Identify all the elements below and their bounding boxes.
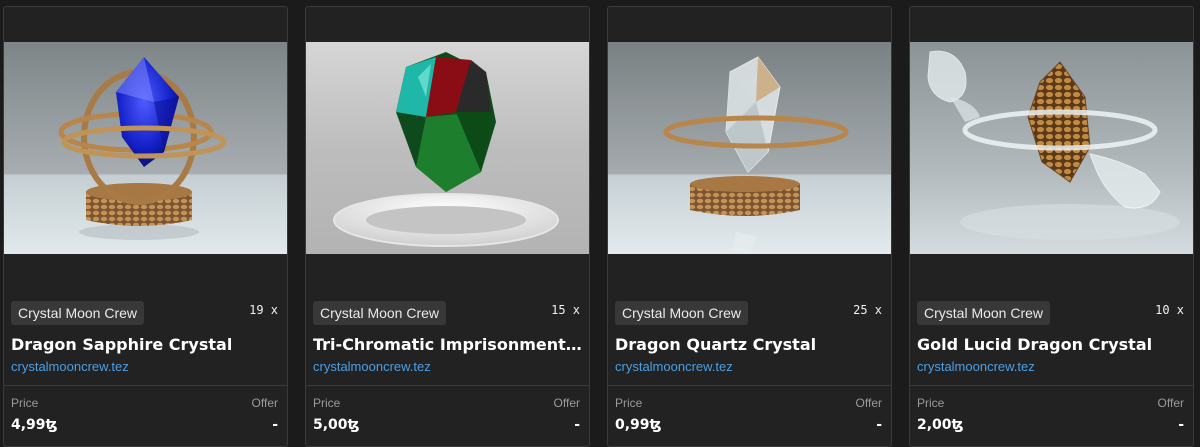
creator-link[interactable]: crystalmooncrew.tez <box>313 359 431 374</box>
nft-title[interactable]: Dragon Sapphire Crystal <box>11 335 283 355</box>
creator-link[interactable]: crystalmooncrew.tez <box>917 359 1035 374</box>
price-value: 0,99ꜩ <box>615 417 662 433</box>
nft-title[interactable]: Gold Lucid Dragon Crystal <box>917 335 1189 355</box>
nft-title[interactable]: Tri-Chromatic Imprisonment Cr... <box>313 335 585 355</box>
offer-value: - <box>574 417 580 433</box>
offer-value: - <box>1178 417 1184 433</box>
offer-value: - <box>876 417 882 433</box>
artwork-image[interactable] <box>608 42 891 254</box>
artwork-image[interactable] <box>910 42 1193 254</box>
card-divider <box>4 385 287 386</box>
price-value: 4,99ꜩ <box>11 417 58 433</box>
creator-link[interactable]: crystalmooncrew.tez <box>11 359 129 374</box>
collection-badge[interactable]: Crystal Moon Crew <box>11 301 145 325</box>
offer-value: - <box>272 417 278 433</box>
nft-card[interactable]: Crystal Moon Crew 19 x Dragon Sapphire C… <box>3 6 288 447</box>
edition-count: 15 x <box>551 303 580 317</box>
offer-label: Offer <box>251 396 278 410</box>
price-label: Price <box>11 396 39 410</box>
card-divider <box>608 385 891 386</box>
card-divider <box>306 385 589 386</box>
artwork-image[interactable] <box>306 42 589 254</box>
nft-grid: Crystal Moon Crew 19 x Dragon Sapphire C… <box>3 6 1197 447</box>
nft-card[interactable]: Crystal Moon Crew 25 x Dragon Quartz Cry… <box>607 6 892 447</box>
offer-label: Offer <box>553 396 580 410</box>
edition-count: 10 x <box>1155 303 1184 317</box>
offer-label: Offer <box>855 396 882 410</box>
card-divider <box>910 385 1193 386</box>
nft-card[interactable]: Crystal Moon Crew 15 x Tri-Chromatic Imp… <box>305 6 590 447</box>
creator-link[interactable]: crystalmooncrew.tez <box>615 359 733 374</box>
price-value: 2,00ꜩ <box>917 417 964 433</box>
edition-count: 25 x <box>853 303 882 317</box>
edition-count: 19 x <box>249 303 278 317</box>
offer-label: Offer <box>1157 396 1184 410</box>
nft-card[interactable]: Crystal Moon Crew 10 x Gold Lucid Dragon… <box>909 6 1194 447</box>
collection-badge[interactable]: Crystal Moon Crew <box>615 301 749 325</box>
price-label: Price <box>313 396 341 410</box>
collection-badge[interactable]: Crystal Moon Crew <box>917 301 1051 325</box>
price-label: Price <box>917 396 945 410</box>
collection-badge[interactable]: Crystal Moon Crew <box>313 301 447 325</box>
nft-title[interactable]: Dragon Quartz Crystal <box>615 335 887 355</box>
artwork-image[interactable] <box>4 42 287 254</box>
price-label: Price <box>615 396 643 410</box>
price-value: 5,00ꜩ <box>313 417 360 433</box>
